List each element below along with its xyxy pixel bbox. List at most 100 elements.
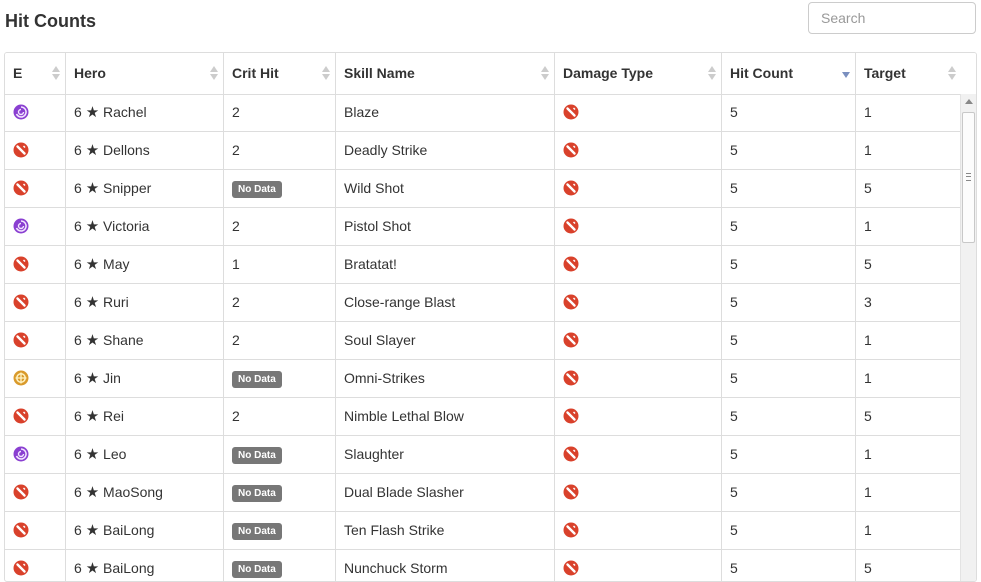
target-value: 1: [864, 370, 872, 386]
search-input[interactable]: [808, 2, 976, 34]
sort-icon: [541, 66, 549, 82]
column-header-target[interactable]: Target: [856, 53, 961, 94]
table-row[interactable]: 6 ★ Leo No Data Slaughter 5 1: [5, 436, 961, 474]
target-value: 3: [864, 294, 872, 310]
star-icon: ★: [85, 180, 100, 197]
column-header-damage-type[interactable]: Damage Type: [555, 53, 722, 94]
vertical-scrollbar[interactable]: [960, 94, 976, 581]
table-cell: No Data: [224, 550, 336, 581]
hero-name: Dellons: [103, 142, 150, 158]
table-header: E Hero Crit Hit Skill Name Damage Type H…: [5, 53, 976, 95]
physical-damage-icon: [563, 294, 579, 310]
table-cell: Close-range Blast: [336, 284, 555, 321]
crit-hit-value: 1: [232, 256, 240, 272]
hit-count-value: 5: [730, 484, 738, 500]
column-header-label: Damage Type: [563, 65, 653, 81]
table-row[interactable]: 6 ★ Dellons 2 Deadly Strike 5 1: [5, 132, 961, 170]
hero-name: Victoria: [103, 218, 150, 234]
target-value: 5: [864, 408, 872, 424]
scroll-up-arrow-icon[interactable]: [965, 99, 973, 104]
physical-element-icon: [13, 484, 29, 500]
skill-name: Bratatat!: [344, 256, 397, 272]
table-cell: 6 ★ Dellons: [66, 132, 224, 169]
column-header-label: Target: [864, 65, 906, 81]
target-value: 5: [864, 560, 872, 576]
column-header-hero[interactable]: Hero: [66, 53, 224, 94]
star-count: 6: [74, 408, 82, 424]
table-cell: [5, 246, 66, 283]
table-cell: [555, 94, 722, 131]
table-row[interactable]: 6 ★ Jin No Data Omni-Strikes 5 1: [5, 360, 961, 398]
table-cell: 5: [722, 94, 856, 131]
table-row[interactable]: 6 ★ Shane 2 Soul Slayer 5 1: [5, 322, 961, 360]
star-count: 6: [74, 218, 82, 234]
physical-damage-icon: [563, 180, 579, 196]
table-row[interactable]: 6 ★ Victoria 2 Pistol Shot 5 1: [5, 208, 961, 246]
star-count: 6: [74, 180, 82, 196]
physical-element-icon: [13, 142, 29, 158]
table-row[interactable]: 6 ★ May 1 Bratatat! 5 5: [5, 246, 961, 284]
table-cell: 6 ★ Rei: [66, 398, 224, 435]
table-cell: 5: [856, 170, 961, 207]
hero-name: BaiLong: [103, 522, 155, 538]
hero-name: Jin: [103, 370, 121, 386]
star-icon: ★: [85, 218, 100, 235]
table-cell: [555, 512, 722, 549]
physical-damage-icon: [563, 446, 579, 462]
column-header-element[interactable]: E: [5, 53, 66, 94]
column-header-hit-count[interactable]: Hit Count: [722, 53, 856, 94]
table-cell: 1: [856, 208, 961, 245]
no-data-badge: No Data: [232, 560, 282, 578]
table-cell: [5, 208, 66, 245]
table-row[interactable]: 6 ★ Snipper No Data Wild Shot 5 5: [5, 170, 961, 208]
physical-element-icon: [13, 332, 29, 348]
table-cell: 2: [224, 322, 336, 359]
table-cell: 2: [224, 208, 336, 245]
column-header-label: Hit Count: [730, 65, 793, 81]
crit-hit-value: 2: [232, 294, 240, 310]
table-row[interactable]: 6 ★ BaiLong No Data Nunchuck Storm 5 5: [5, 550, 961, 581]
table-cell: Nunchuck Storm: [336, 550, 555, 581]
sort-desc-icon: [842, 66, 850, 82]
table-cell: 1: [856, 474, 961, 511]
table-row[interactable]: 6 ★ BaiLong No Data Ten Flash Strike 5 1: [5, 512, 961, 550]
table-body: 6 ★ Rachel 2 Blaze 5 1 6 ★ Dellons 2 Deadly Str…: [5, 94, 961, 581]
star-count: 6: [74, 560, 82, 576]
scrollbar-thumb[interactable]: [962, 112, 975, 243]
hit-counts-table: E Hero Crit Hit Skill Name Damage Type H…: [4, 52, 977, 582]
target-value: 1: [864, 218, 872, 234]
table-cell: Wild Shot: [336, 170, 555, 207]
table-cell: 6 ★ Jin: [66, 360, 224, 397]
table-cell: [555, 474, 722, 511]
table-row[interactable]: 6 ★ Rachel 2 Blaze 5 1: [5, 94, 961, 132]
hit-count-value: 5: [730, 218, 738, 234]
hit-count-value: 5: [730, 104, 738, 120]
star-icon: ★: [85, 294, 100, 311]
table-cell: 1: [856, 436, 961, 473]
hero-name: Rei: [103, 408, 125, 424]
hero-name: BaiLong: [103, 560, 155, 576]
table-row[interactable]: 6 ★ MaoSong No Data Dual Blade Slasher 5 1: [5, 474, 961, 512]
table-cell: 6 ★ Ruri: [66, 284, 224, 321]
table-cell: [555, 360, 722, 397]
table-cell: 5: [722, 246, 856, 283]
skill-name: Nunchuck Storm: [344, 560, 448, 576]
table-row[interactable]: 6 ★ Rei 2 Nimble Lethal Blow 5 5: [5, 398, 961, 436]
target-value: 1: [864, 484, 872, 500]
table-cell: No Data: [224, 170, 336, 207]
sort-icon: [708, 66, 716, 82]
column-header-crit-hit[interactable]: Crit Hit: [224, 53, 336, 94]
table-cell: 5: [722, 170, 856, 207]
table-cell: [555, 322, 722, 359]
hero-name: Shane: [103, 332, 144, 348]
table-cell: 1: [856, 94, 961, 131]
hit-count-value: 5: [730, 446, 738, 462]
table-cell: 5: [856, 246, 961, 283]
physical-damage-icon: [563, 142, 579, 158]
star-count: 6: [74, 446, 82, 462]
table-row[interactable]: 6 ★ Ruri 2 Close-range Blast 5 3: [5, 284, 961, 322]
physical-damage-icon: [563, 484, 579, 500]
star-icon: ★: [85, 104, 100, 121]
hero-name: MaoSong: [103, 484, 163, 500]
column-header-skill-name[interactable]: Skill Name: [336, 53, 555, 94]
